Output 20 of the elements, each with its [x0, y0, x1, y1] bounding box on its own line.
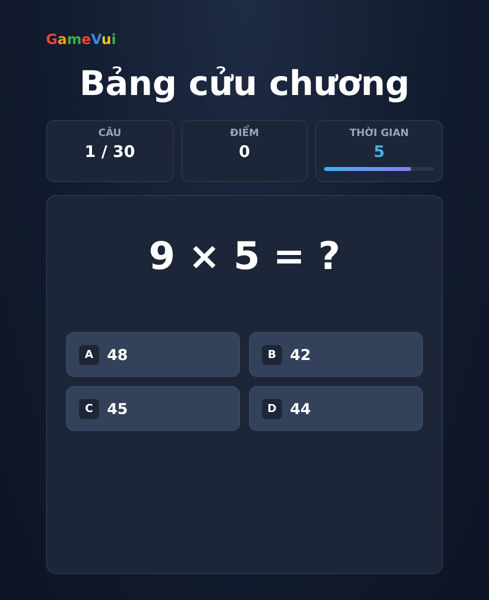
answer-option[interactable]: A 48 — [66, 332, 240, 377]
option-key: D — [262, 398, 282, 418]
answer-option[interactable]: D 44 — [249, 386, 423, 431]
option-answer: 48 — [107, 346, 128, 364]
stat-value: 1 / 30 — [84, 142, 136, 161]
option-key: B — [262, 344, 282, 364]
option-key: C — [79, 398, 99, 418]
logo: GameVui — [46, 32, 116, 48]
page-title: Bảng cửu chương — [78, 63, 411, 106]
stat-value: 5 — [374, 142, 385, 161]
option-answer: 45 — [107, 400, 128, 418]
option-answer: 42 — [290, 346, 311, 364]
answer-option[interactable]: C 45 — [66, 386, 240, 431]
stat-label: THỜI GIAN — [350, 128, 409, 139]
answer-option[interactable]: B 42 — [249, 332, 423, 377]
question-text: 9 × 5 = ? — [148, 233, 342, 280]
stat-label: CÂU — [98, 128, 122, 139]
stat-value: 0 — [238, 142, 250, 161]
option-answer: 44 — [290, 400, 311, 418]
option-key: A — [79, 344, 99, 364]
